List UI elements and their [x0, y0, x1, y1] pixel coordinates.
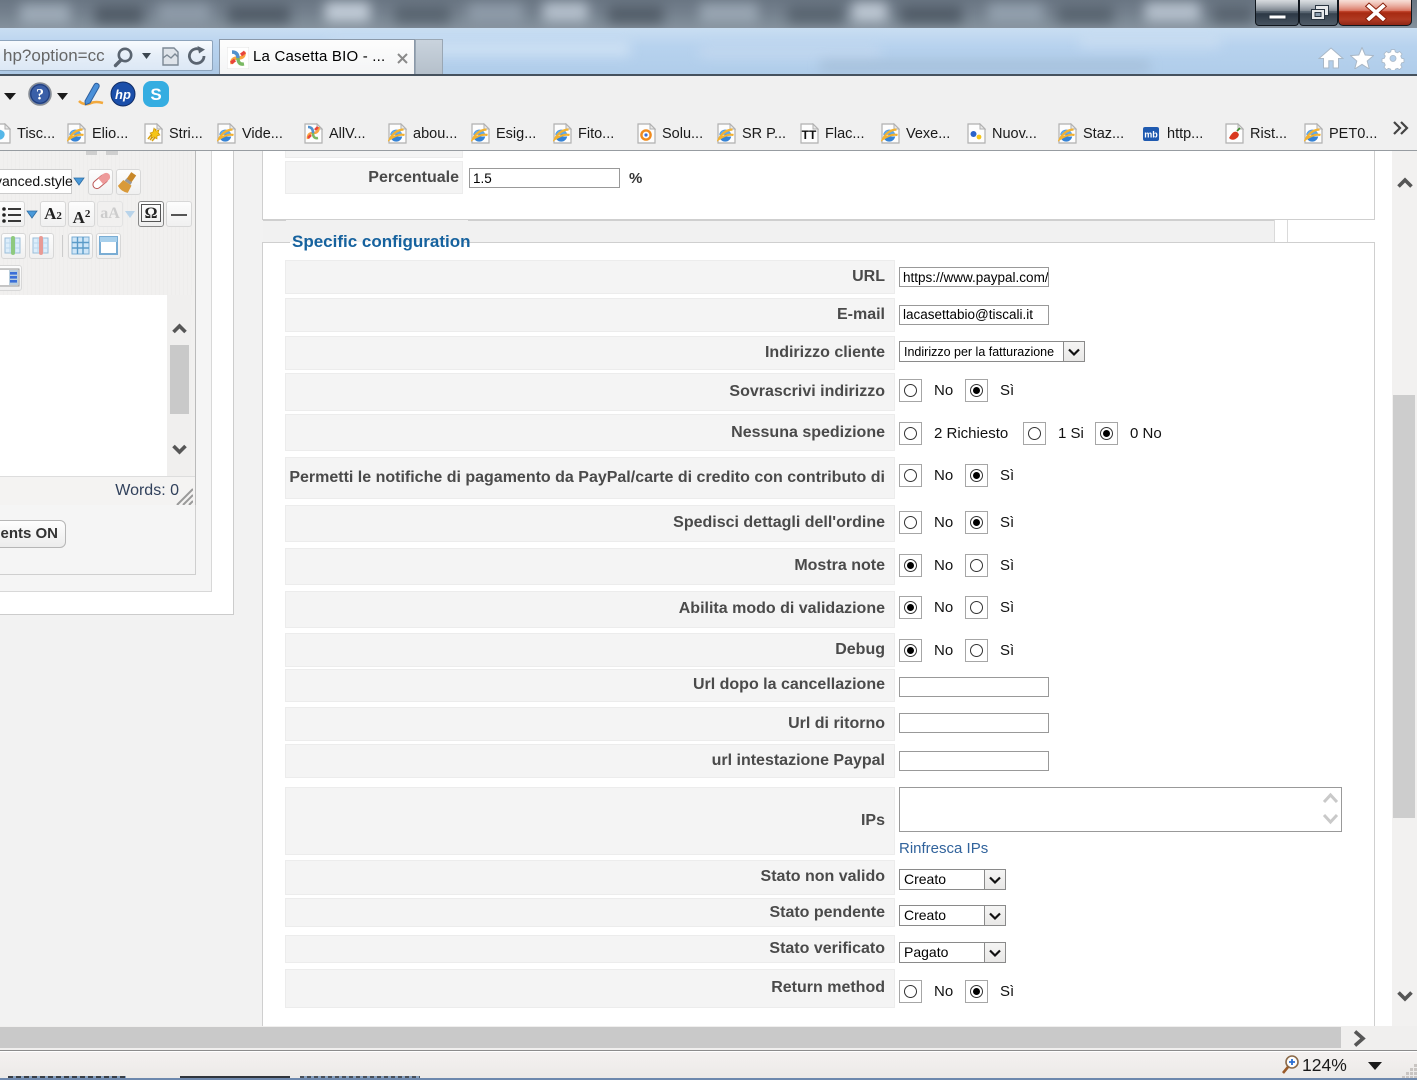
svg-text:TT: TT — [802, 128, 817, 142]
svg-text:hp: hp — [115, 87, 131, 102]
svg-text:mb: mb — [1144, 130, 1158, 140]
svg-text:S: S — [150, 85, 161, 104]
svg-text:?: ? — [36, 87, 44, 104]
